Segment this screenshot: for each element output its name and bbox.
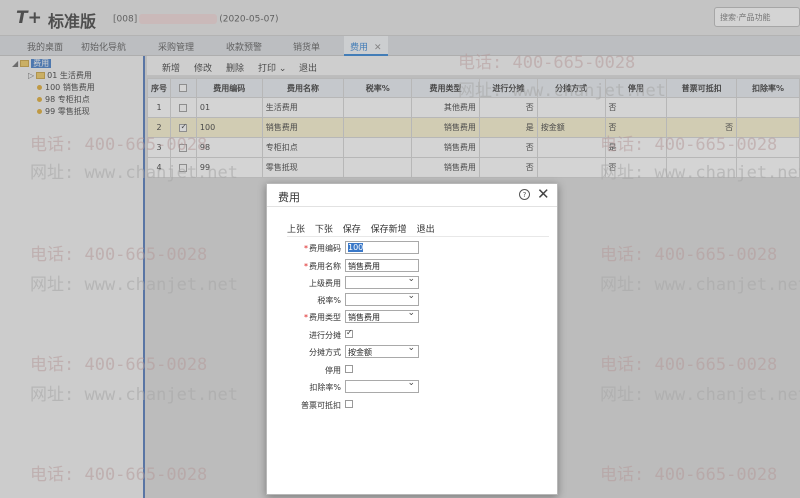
save-new-button[interactable]: 保存新增 bbox=[371, 225, 407, 235]
help-icon[interactable]: ? bbox=[519, 189, 530, 200]
deduct-label: 普票可抵扣 bbox=[301, 401, 341, 410]
deduct-checkbox[interactable] bbox=[345, 400, 353, 408]
code-field[interactable]: 100 bbox=[345, 241, 419, 254]
expense-dialog: 费用 ? ✕ 上张 下张 保存 保存新增 退出 *费用编码 100 *费用名称 … bbox=[266, 183, 558, 495]
dialog-toolbar: 上张 下张 保存 保存新增 退出 bbox=[287, 222, 442, 235]
alloc-checkbox[interactable] bbox=[345, 328, 353, 338]
dialog-title: 费用 bbox=[278, 191, 300, 204]
parent-label: 上级费用 bbox=[309, 279, 341, 288]
name-field[interactable]: 销售费用 bbox=[345, 259, 419, 272]
disabled-label: 停用 bbox=[325, 366, 341, 375]
rate-select[interactable] bbox=[345, 378, 419, 393]
divider bbox=[287, 236, 549, 237]
save-button[interactable]: 保存 bbox=[343, 225, 361, 235]
prev-button[interactable]: 上张 bbox=[287, 225, 305, 235]
parent-select[interactable] bbox=[345, 274, 419, 289]
exit-button[interactable]: 退出 bbox=[417, 225, 435, 235]
tax-label: 税率% bbox=[317, 296, 341, 305]
rate-label: 扣除率% bbox=[309, 383, 341, 392]
name-label: *费用名称 bbox=[304, 262, 341, 271]
code-label: *费用编码 bbox=[304, 244, 341, 253]
method-label: 分摊方式 bbox=[309, 348, 341, 357]
alloc-label: 进行分摊 bbox=[309, 331, 341, 340]
tax-select[interactable] bbox=[345, 291, 419, 306]
next-button[interactable]: 下张 bbox=[315, 225, 333, 235]
divider bbox=[267, 206, 557, 207]
close-icon[interactable]: ✕ bbox=[537, 185, 550, 203]
type-select[interactable]: 销售费用 bbox=[345, 308, 419, 323]
type-label: *费用类型 bbox=[304, 313, 341, 322]
method-select[interactable]: 按金额 bbox=[345, 343, 419, 358]
disabled-checkbox[interactable] bbox=[345, 365, 353, 373]
